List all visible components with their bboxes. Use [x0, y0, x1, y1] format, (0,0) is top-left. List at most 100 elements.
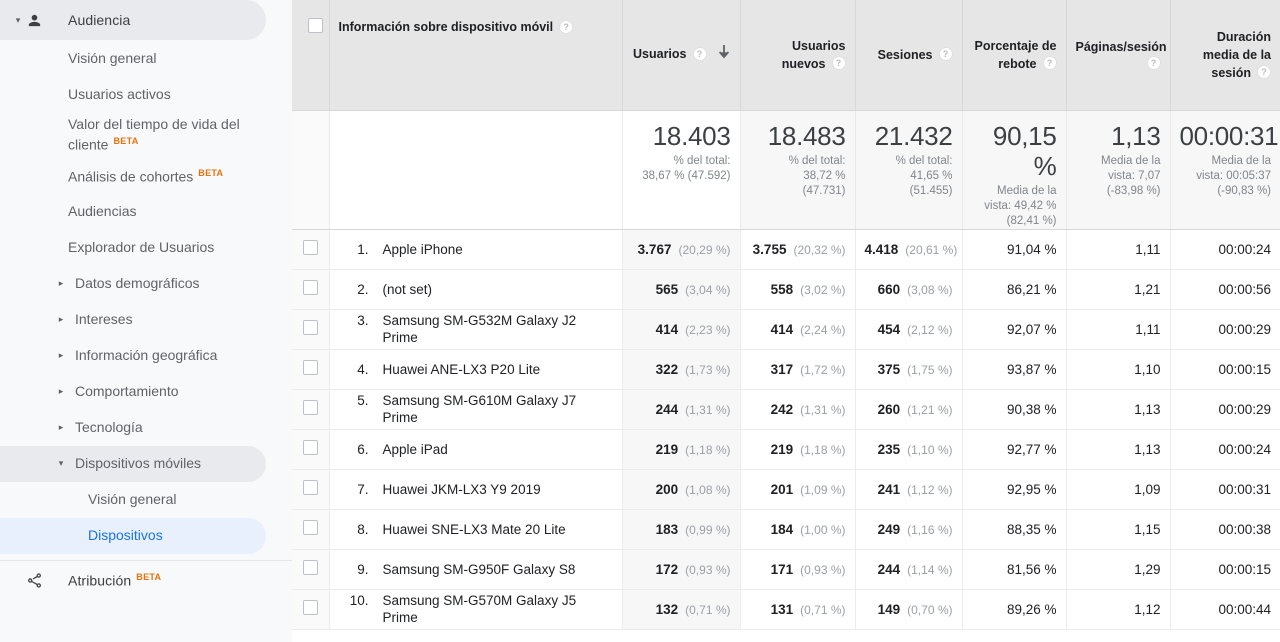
row-checkbox[interactable]: [302, 240, 318, 255]
sidebar-item-información-geográfica[interactable]: ▸ Información geográfica: [0, 338, 266, 374]
sidebar-item-visión-general[interactable]: Visión general: [0, 40, 266, 76]
sidebar-item-dispositivos[interactable]: Dispositivos: [0, 517, 266, 554]
sidebar-section-audiencia[interactable]: ▾ Audiencia: [0, 0, 292, 40]
table-row[interactable]: 4. Huawei ANE-LX3 P20 Lite 322 (1,73 %) 317 (…: [292, 349, 1280, 390]
sidebar-item-comportamiento[interactable]: ▸ Comportamiento: [0, 374, 266, 410]
row-checkbox-cell[interactable]: [292, 549, 330, 590]
table-row[interactable]: 3. Samsung SM-G532M Galaxy J2 Prime 414 (2,…: [292, 309, 1280, 350]
chevron-right-icon[interactable]: ▸: [54, 351, 68, 360]
row-avg-duration-value: 00:00:38: [1218, 521, 1271, 537]
chevron-right-icon[interactable]: ▸: [54, 279, 68, 288]
sidebar-item-visión-general[interactable]: Visión general: [0, 482, 266, 518]
row-bounce-rate-cell: 90,38 %: [962, 389, 1067, 430]
row-checkbox[interactable]: [302, 360, 318, 375]
row-new-users-percent: (3,02 %): [800, 282, 846, 297]
row-device-name[interactable]: Huawei SNE-LX3 Mate 20 Lite: [383, 521, 566, 538]
table-row[interactable]: 9. Samsung SM-G950F Galaxy S8 172 (0,93 %) 1…: [292, 549, 1280, 590]
sidebar-item-intereses[interactable]: ▸ Intereses: [0, 302, 266, 338]
column-header-sessions[interactable]: Sesiones?: [855, 0, 963, 111]
row-sessions-value: 4.418: [864, 241, 899, 257]
sidebar-item-dispositivos-móviles[interactable]: ▾ Dispositivos móviles: [0, 445, 266, 482]
row-checkbox-cell[interactable]: [292, 229, 330, 270]
row-device-name[interactable]: Samsung SM-G532M Galaxy J2 Prime: [383, 312, 613, 346]
row-checkbox[interactable]: [302, 480, 318, 495]
row-device-name[interactable]: Samsung SM-G610M Galaxy J7 Prime: [383, 392, 613, 426]
row-device-name[interactable]: Huawei ANE-LX3 P20 Lite: [383, 361, 541, 378]
row-device-name[interactable]: (not set): [383, 281, 433, 298]
row-checkbox-cell[interactable]: [292, 389, 330, 430]
row-device-name[interactable]: Apple iPad: [383, 441, 448, 458]
help-icon[interactable]: ?: [938, 47, 953, 62]
row-device-name[interactable]: Apple iPhone: [383, 241, 463, 258]
table-row[interactable]: 2. (not set) 565 (3,04 %) 558 (3,02 %) 660 (3,0…: [292, 269, 1280, 310]
table-row[interactable]: 7. Huawei JKM-LX3 Y9 2019 200 (1,08 %) 201 (1…: [292, 469, 1280, 510]
help-icon[interactable]: ?: [1257, 65, 1271, 80]
row-dimension-cell: 3. Samsung SM-G532M Galaxy J2 Prime: [329, 309, 623, 350]
sidebar-section-atribucion[interactable]: Atribución BETA: [0, 561, 292, 601]
column-header-dimension[interactable]: Información sobre dispositivo móvil?: [329, 0, 623, 111]
column-header-bounce-rate[interactable]: Porcentaje de rebote?: [962, 0, 1067, 111]
row-bounce-rate-cell: 92,95 %: [962, 469, 1067, 510]
help-icon[interactable]: ?: [692, 46, 707, 61]
chevron-right-icon[interactable]: ▸: [54, 315, 68, 324]
sidebar-item-valor-del-tiempo-de-vida-del-cliente[interactable]: Valor del tiempo de vida del cliente BETA: [0, 112, 266, 158]
row-device-name[interactable]: Samsung SM-G950F Galaxy S8: [383, 561, 576, 578]
help-icon[interactable]: ?: [559, 19, 574, 34]
row-checkbox-cell[interactable]: [292, 349, 330, 390]
row-pages-session-cell: 1,11: [1066, 229, 1171, 270]
row-checkbox-cell[interactable]: [292, 469, 330, 510]
row-device-name[interactable]: Huawei JKM-LX3 Y9 2019: [383, 481, 541, 498]
row-checkbox-cell[interactable]: [292, 429, 330, 470]
row-checkbox-cell[interactable]: [292, 309, 330, 350]
sidebar-item-datos-demográficos[interactable]: ▸ Datos demográficos: [0, 266, 266, 302]
row-device-name[interactable]: Samsung SM-G570M Galaxy J5 Prime: [383, 592, 613, 626]
chevron-down-icon[interactable]: ▾: [54, 459, 68, 468]
row-checkbox[interactable]: [302, 440, 318, 455]
sidebar-item-análisis-de-cohortes[interactable]: Análisis de cohortes BETA: [0, 158, 266, 194]
summary-pages-session-note-2: vista: 7,07: [1108, 169, 1161, 182]
row-users-percent: (1,08 %): [685, 482, 731, 497]
row-new-users-cell: 3.755 (20,32 %): [740, 229, 856, 270]
sidebar-item-label: Dispositivos móviles: [75, 455, 202, 472]
row-checkbox[interactable]: [302, 560, 318, 575]
table-row[interactable]: 1. Apple iPhone 3.767 (20,29 %) 3.755 (20,32 …: [292, 229, 1280, 270]
column-header-pages-session[interactable]: Páginas/sesión?: [1066, 0, 1171, 111]
column-header-new-users[interactable]: Usuarios nuevos?: [740, 0, 856, 111]
row-checkbox[interactable]: [302, 320, 318, 335]
help-icon[interactable]: ?: [1042, 56, 1057, 71]
sort-descending-icon[interactable]: [717, 44, 731, 63]
sidebar-item-label: Visión general: [68, 49, 157, 66]
row-checkbox[interactable]: [302, 520, 318, 535]
table-row[interactable]: 8. Huawei SNE-LX3 Mate 20 Lite 183 (0,99 %)…: [292, 509, 1280, 550]
row-bounce-rate-value: 86,21 %: [1006, 281, 1057, 297]
sidebar-item-usuarios-activos[interactable]: Usuarios activos: [0, 76, 266, 112]
summary-new-users-value: 18.483: [767, 120, 846, 151]
sidebar-item-tecnología[interactable]: ▸ Tecnología: [0, 410, 266, 446]
row-checkbox[interactable]: [302, 280, 318, 295]
row-checkbox-cell[interactable]: [292, 509, 330, 550]
help-icon[interactable]: ?: [1146, 56, 1161, 71]
row-checkbox-cell[interactable]: [292, 589, 330, 630]
chevron-down-icon[interactable]: ▾: [10, 15, 26, 26]
row-checkbox[interactable]: [302, 400, 318, 415]
row-new-users-value: 171: [770, 561, 794, 577]
column-header-avg-duration[interactable]: Duración media de la sesión?: [1170, 0, 1280, 111]
row-pages-session-value: 1,21: [1134, 281, 1161, 297]
row-pages-session-cell: 1,13: [1066, 429, 1171, 470]
row-new-users-value: 201: [770, 481, 794, 497]
table-row[interactable]: 6. Apple iPad 219 (1,18 %) 219 (1,18 %) 235 (1,…: [292, 429, 1280, 470]
chevron-right-icon[interactable]: ▸: [54, 423, 68, 432]
column-header-users[interactable]: Usuarios?: [622, 0, 741, 111]
table-row[interactable]: 5. Samsung SM-G610M Galaxy J7 Prime 244 (1,…: [292, 389, 1280, 430]
chevron-right-icon[interactable]: ▸: [54, 387, 68, 396]
select-all-header[interactable]: [292, 0, 330, 111]
sidebar-item-explorador-de-usuarios[interactable]: Explorador de Usuarios: [0, 230, 266, 266]
table-row[interactable]: 10. Samsung SM-G570M Galaxy J5 Prime 132 (0…: [292, 589, 1280, 630]
sidebar-item-audiencias[interactable]: Audiencias: [0, 194, 266, 230]
row-dimension-cell: 9. Samsung SM-G950F Galaxy S8: [329, 549, 623, 590]
select-all-checkbox[interactable]: [308, 18, 324, 33]
row-checkbox[interactable]: [302, 600, 318, 615]
row-checkbox-cell[interactable]: [292, 269, 330, 310]
help-icon[interactable]: ?: [831, 56, 846, 71]
row-new-users-percent: (0,71 %): [800, 602, 846, 617]
